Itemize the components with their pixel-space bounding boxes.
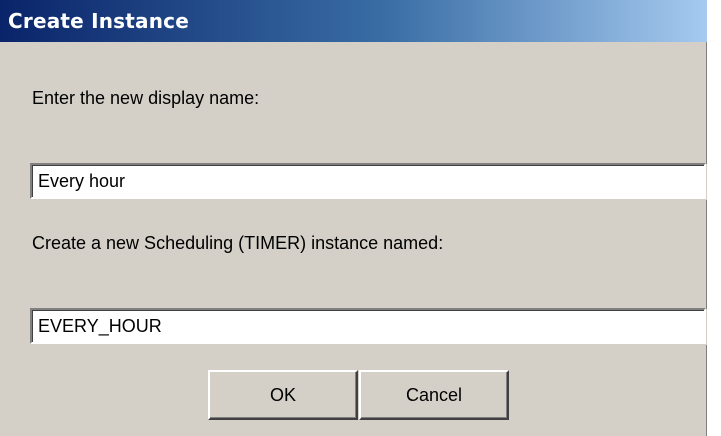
instance-name-input[interactable]: EVERY_HOUR [30, 308, 706, 344]
title-bar[interactable]: Create Instance [0, 0, 707, 42]
ok-button[interactable]: OK [208, 370, 358, 420]
display-name-label: Enter the new display name: [32, 88, 260, 108]
create-instance-dialog: Create Instance Enter the new display na… [0, 0, 707, 436]
dialog-title: Create Instance [8, 9, 189, 33]
instance-name-label: Create a new Scheduling (TIMER) instance… [32, 233, 444, 253]
cancel-button[interactable]: Cancel [359, 370, 509, 420]
display-name-input[interactable]: Every hour [30, 163, 706, 199]
